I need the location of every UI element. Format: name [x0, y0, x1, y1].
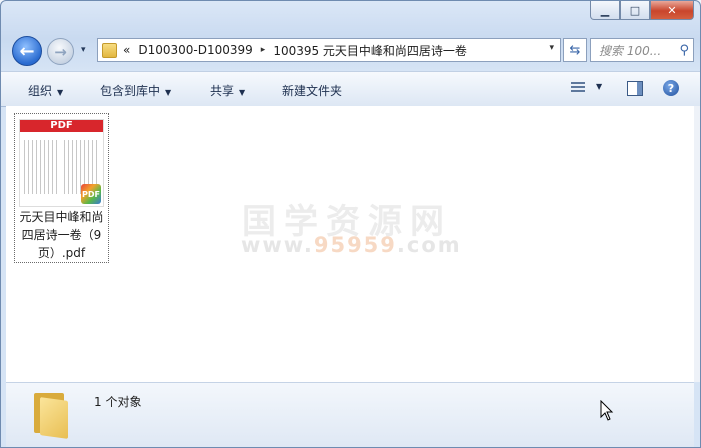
help-icon[interactable]: ? [663, 80, 679, 96]
back-button[interactable]: ← [12, 36, 42, 66]
new-folder-button[interactable]: 新建文件夹 [282, 82, 342, 99]
view-options-dropdown[interactable]: ▼ [596, 82, 602, 91]
caption-buttons: ▁ □ ✕ [590, 1, 694, 20]
minimize-button[interactable]: ▁ [590, 1, 620, 20]
folder-icon [32, 393, 70, 439]
mouse-cursor-icon [600, 400, 614, 421]
watermark-url-number: 95959 [313, 233, 397, 257]
watermark-url-prefix: www. [241, 233, 314, 257]
search-box[interactable]: 搜索 100... ⚲ [590, 38, 694, 62]
organize-label: 组织 [28, 84, 53, 98]
breadcrumb-separator[interactable]: ▸ [261, 45, 266, 55]
share-label: 共享 [210, 84, 235, 98]
chevron-down-icon: ▼ [239, 88, 246, 97]
preview-pane-icon[interactable] [627, 81, 643, 96]
include-in-library-menu[interactable]: 包含到库中 ▼ [100, 82, 171, 99]
breadcrumb-current[interactable]: 100395 元天目中峰和尚四居诗一卷 [273, 42, 467, 59]
watermark-url-suffix: .com [396, 233, 462, 257]
scanned-page-left [24, 140, 60, 194]
pdf-thumbnail: PDF PDF [19, 119, 104, 207]
chevron-down-icon: ▼ [57, 88, 64, 97]
breadcrumb-overflow[interactable]: « [123, 43, 130, 57]
pdf-app-icon: PDF [81, 184, 101, 204]
scrollbar-track[interactable] [694, 106, 700, 382]
search-input[interactable]: 搜索 100... [599, 42, 679, 59]
include-in-library-label: 包含到库中 [100, 84, 161, 98]
address-bar[interactable]: « D100300-D100399 ▸ 100395 元天目中峰和尚四居诗一卷 … [97, 38, 561, 62]
details-pane: 1 个对象 [6, 382, 694, 447]
breadcrumb-parent[interactable]: D100300-D100399 [138, 43, 252, 57]
file-list-area[interactable]: 国学资源网 www.95959.com PDF PDF 元天目中峰和尚四居诗一卷… [6, 106, 694, 382]
file-name[interactable]: 元天目中峰和尚四居诗一卷（9页）.pdf [15, 208, 108, 262]
forward-button[interactable]: → [47, 38, 74, 65]
watermark-url: www.95959.com [241, 233, 462, 257]
organize-menu[interactable]: 组织 ▼ [28, 82, 63, 99]
command-bar: 组织 ▼ 包含到库中 ▼ 共享 ▼ 新建文件夹 ▼ ? [1, 71, 700, 107]
address-dropdown-icon[interactable]: ▾ [549, 43, 554, 53]
folder-icon [102, 42, 117, 58]
recent-pages-dropdown[interactable]: ▾ [81, 45, 86, 55]
share-menu[interactable]: 共享 ▼ [210, 82, 245, 99]
item-count: 1 个对象 [94, 395, 142, 409]
pdf-header-label: PDF [20, 120, 103, 132]
search-icon[interactable]: ⚲ [679, 43, 689, 58]
navigation-bar: ← → ▾ « D100300-D100399 ▸ 100395 元天目中峰和尚… [1, 33, 700, 67]
close-button[interactable]: ✕ [650, 1, 694, 20]
change-view-icon[interactable] [571, 82, 585, 94]
chevron-down-icon: ▼ [165, 88, 172, 97]
maximize-button[interactable]: □ [620, 1, 650, 20]
explorer-window: ▁ □ ✕ ← → ▾ « D100300-D100399 ▸ 100395 元… [0, 0, 701, 448]
refresh-button[interactable]: ⇆ [563, 38, 587, 62]
file-item[interactable]: PDF PDF 元天目中峰和尚四居诗一卷（9页）.pdf [14, 113, 109, 263]
